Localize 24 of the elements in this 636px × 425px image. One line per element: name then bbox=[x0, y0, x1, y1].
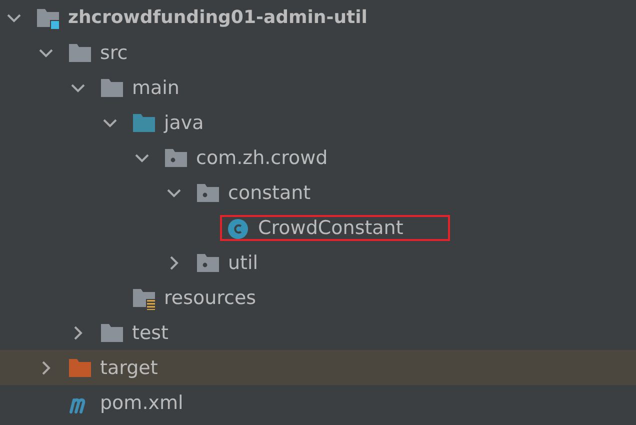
tree-row[interactable]: com.zh.crowd bbox=[0, 140, 636, 175]
tree-item-label[interactable]: main bbox=[132, 76, 180, 98]
tree-item-label[interactable]: src bbox=[100, 42, 128, 64]
tree-row[interactable]: main bbox=[0, 70, 636, 105]
tree-row[interactable]: resources bbox=[0, 280, 636, 315]
tree-item-label[interactable]: com.zh.crowd bbox=[196, 146, 328, 168]
tree-row[interactable]: util bbox=[0, 245, 636, 280]
tree-item-label[interactable]: util bbox=[228, 252, 258, 274]
tree-row[interactable]: test bbox=[0, 315, 636, 350]
tree-item-label[interactable]: resources bbox=[164, 286, 256, 308]
tree-row[interactable]: pom.xml bbox=[0, 385, 636, 420]
tree-row[interactable]: constant bbox=[0, 175, 636, 210]
tree-row[interactable]: src bbox=[0, 35, 636, 70]
tree-row[interactable]: zhcrowdfunding01-admin-util bbox=[0, 0, 636, 35]
tree-item-label[interactable]: zhcrowdfunding01-admin-util bbox=[68, 7, 368, 28]
tree-row[interactable]: CrowdConstant bbox=[0, 210, 636, 245]
tree-item-label[interactable]: pom.xml bbox=[100, 392, 184, 414]
tree-row[interactable]: target bbox=[0, 350, 636, 385]
tree-item-label[interactable]: target bbox=[100, 356, 158, 378]
tree-item-label[interactable]: test bbox=[132, 322, 168, 344]
tree-item-label[interactable]: constant bbox=[228, 182, 311, 204]
tree-item-label[interactable]: CrowdConstant bbox=[258, 216, 404, 238]
tree-row[interactable]: java bbox=[0, 105, 636, 140]
tree-item-label[interactable]: java bbox=[164, 112, 204, 134]
